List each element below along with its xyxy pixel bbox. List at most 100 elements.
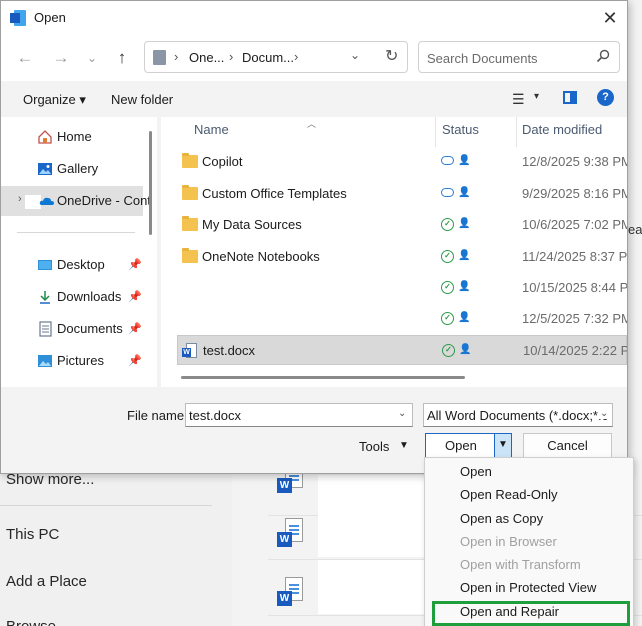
- pin-icon[interactable]: 📌: [128, 258, 142, 271]
- column-header-date-modified[interactable]: Date modified: [522, 122, 602, 137]
- recent-locations-chevron-icon[interactable]: ⌄: [80, 47, 104, 69]
- home-icon: [38, 130, 52, 144]
- nav-item-downloads[interactable]: Downloads 📌: [1, 282, 143, 312]
- file-name: Custom Office Templates: [202, 186, 347, 201]
- organize-button[interactable]: Organize ▾: [23, 92, 86, 108]
- shared-icon: 👤: [458, 218, 471, 229]
- synced-check-icon: ✓: [441, 281, 454, 294]
- sort-ascending-icon: ︿: [307, 119, 317, 129]
- nav-divider: [17, 232, 135, 233]
- command-bar: Organize ▾ New folder ☰ ▾ ?: [1, 81, 627, 117]
- new-folder-button[interactable]: New folder: [111, 92, 173, 107]
- open-split-dropdown-icon[interactable]: ▼: [494, 432, 512, 458]
- nav-item-label: OneDrive - Cont: [57, 193, 151, 208]
- nav-item-home[interactable]: Home: [1, 122, 143, 152]
- pin-icon[interactable]: 📌: [128, 290, 142, 303]
- back-arrow-icon[interactable]: ←: [13, 47, 37, 69]
- preview-pane-icon[interactable]: [563, 91, 577, 104]
- up-arrow-icon[interactable]: ↑: [110, 47, 134, 69]
- documents-icon: [39, 321, 52, 337]
- column-header-name[interactable]: Name: [194, 122, 229, 137]
- column-divider[interactable]: [435, 117, 436, 147]
- synced-check-icon: ✓: [441, 250, 454, 263]
- browse-location[interactable]: Browse: [6, 618, 56, 626]
- breadcrumb-onedrive[interactable]: One...: [189, 50, 224, 65]
- file-row[interactable]: Custom Office Templates 👤 9/29/2025 8:16…: [177, 179, 627, 209]
- file-date: 10/14/2025 2:22 PM: [523, 343, 627, 358]
- nav-item-label: Home: [57, 129, 92, 144]
- word-app-icon: [10, 10, 26, 26]
- cloud-status-icon: [441, 188, 454, 197]
- shared-icon: 👤: [458, 155, 471, 166]
- menu-item-open-in-protected-view[interactable]: Open in Protected View: [460, 580, 596, 595]
- forward-arrow-icon[interactable]: →: [49, 47, 73, 69]
- refresh-icon[interactable]: ↻: [385, 46, 398, 66]
- breadcrumb-documents[interactable]: Docum...: [242, 50, 294, 65]
- menu-item-open-read-only[interactable]: Open Read-Only: [460, 487, 558, 502]
- breadcrumb-separator: ›: [294, 49, 299, 64]
- nav-item-gallery[interactable]: Gallery: [1, 154, 143, 184]
- word-file-icon: W: [277, 577, 305, 609]
- file-date: 9/29/2025 8:16 PM: [522, 186, 627, 201]
- pin-icon[interactable]: 📌: [128, 354, 142, 367]
- nav-item-documents[interactable]: Documents 📌: [1, 314, 143, 344]
- sidebar-divider: [0, 505, 212, 506]
- file-date: 10/15/2025 8:44 PM: [522, 280, 627, 295]
- file-name-label: File name:: [127, 408, 188, 423]
- file-date: 11/24/2025 8:37 PM: [522, 249, 627, 264]
- menu-item-open[interactable]: Open: [460, 464, 492, 479]
- menu-item-open-as-copy[interactable]: Open as Copy: [460, 511, 543, 526]
- this-pc-location[interactable]: This PC: [6, 526, 59, 543]
- folder-icon: [182, 185, 198, 200]
- menu-item-open-and-repair[interactable]: Open and Repair: [460, 604, 559, 619]
- help-icon[interactable]: ?: [597, 89, 614, 106]
- address-bar[interactable]: › One... › Docum... › ⌄ ↻: [144, 41, 408, 73]
- file-row[interactable]: ✓ 👤 10/15/2025 8:44 PM: [177, 273, 627, 303]
- file-name: test.docx: [203, 343, 256, 358]
- open-dialog: Open ✕ ← → ⌄ ↑ › One... › Docum... › ⌄ ↻…: [0, 0, 628, 474]
- file-name-value: test.docx: [189, 408, 242, 423]
- column-divider[interactable]: [516, 117, 517, 147]
- synced-check-icon: ✓: [442, 344, 455, 357]
- breadcrumb-separator: ›: [229, 49, 234, 64]
- view-options-icon[interactable]: ☰: [512, 91, 525, 108]
- file-name-dropdown-chevron-icon[interactable]: ⌄: [398, 408, 406, 419]
- backstage-cut-text: ea: [628, 222, 642, 237]
- file-list: ︿ Name Status Date modified Copilot 👤 12…: [161, 117, 627, 387]
- nav-item-pictures[interactable]: Pictures 📌: [1, 346, 143, 376]
- navigation-bar: ← → ⌄ ↑ › One... › Docum... › ⌄ ↻ Search…: [1, 35, 627, 81]
- file-row[interactable]: ✓ 👤 12/5/2025 7:32 PM: [177, 304, 627, 334]
- cancel-button[interactable]: Cancel: [523, 433, 612, 458]
- file-name-input[interactable]: test.docx ⌄: [185, 403, 413, 427]
- open-button[interactable]: Open ▼: [425, 432, 512, 458]
- dialog-title: Open: [34, 10, 66, 25]
- nav-item-onedrive[interactable]: › OneDrive - Cont: [1, 186, 151, 216]
- nav-item-label: Desktop: [57, 257, 105, 272]
- open-button-label: Open: [445, 438, 477, 453]
- file-date: 10/6/2025 7:02 PM: [522, 217, 627, 232]
- file-row-selected[interactable]: W test.docx ✓ 👤 10/14/2025 2:22 PM: [177, 335, 627, 365]
- view-dropdown-chevron-icon[interactable]: ▾: [534, 91, 539, 102]
- address-dropdown-chevron-icon[interactable]: ⌄: [350, 48, 360, 62]
- search-placeholder: Search Documents: [427, 51, 538, 66]
- close-button[interactable]: ✕: [597, 5, 623, 31]
- search-input[interactable]: Search Documents: [418, 41, 620, 73]
- file-row[interactable]: My Data Sources ✓ 👤 10/6/2025 7:02 PM: [177, 210, 627, 240]
- file-type-select[interactable]: All Word Documents (*.docx;*.c ⌄: [423, 403, 613, 427]
- tools-dropdown-icon[interactable]: ▼: [399, 440, 409, 451]
- file-row[interactable]: Copilot 👤 12/8/2025 9:38 PM: [177, 147, 627, 177]
- downloads-icon: [40, 291, 50, 304]
- horizontal-scrollbar[interactable]: [181, 376, 465, 379]
- add-place-location[interactable]: Add a Place: [6, 573, 87, 590]
- nav-item-label: Documents: [57, 321, 123, 336]
- pin-icon[interactable]: 📌: [128, 322, 142, 335]
- nav-item-desktop[interactable]: Desktop 📌: [1, 250, 143, 280]
- pictures-icon: [38, 355, 52, 367]
- expand-chevron-icon[interactable]: ›: [18, 193, 22, 205]
- cloud-status-icon: [441, 156, 454, 165]
- tools-button[interactable]: Tools: [359, 439, 389, 454]
- column-header-status[interactable]: Status: [442, 122, 479, 137]
- file-row[interactable]: OneNote Notebooks ✓ 👤 11/24/2025 8:37 PM: [177, 242, 627, 272]
- file-type-dropdown-chevron-icon[interactable]: ⌄: [598, 408, 609, 419]
- nav-scrollbar[interactable]: [149, 131, 152, 235]
